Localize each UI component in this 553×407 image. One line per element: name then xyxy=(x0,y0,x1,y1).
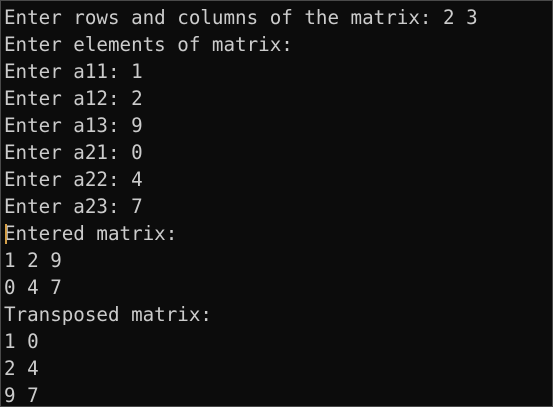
terminal-window[interactable]: Enter rows and columns of the matrix: 2 … xyxy=(0,0,553,407)
entered-matrix-heading: Entered matrix: xyxy=(4,222,178,245)
input-a13: Enter a13: 9 xyxy=(4,114,143,137)
input-a21: Enter a21: 0 xyxy=(4,141,143,164)
transposed-matrix-row: 9 7 xyxy=(4,384,39,407)
text-cursor xyxy=(5,224,7,244)
prompt-elements: Enter elements of matrix: xyxy=(4,33,293,56)
input-a22: Enter a22: 4 xyxy=(4,168,143,191)
transposed-matrix-row: 2 4 xyxy=(4,357,39,380)
prompt-rows-columns: Enter rows and columns of the matrix: 2 … xyxy=(4,6,478,29)
input-a11: Enter a11: 1 xyxy=(4,60,143,83)
transposed-matrix-row: 1 0 xyxy=(4,330,39,353)
input-a12: Enter a12: 2 xyxy=(4,87,143,110)
transposed-matrix-heading: Transposed matrix: xyxy=(4,303,212,326)
terminal-output: Enter rows and columns of the matrix: 2 … xyxy=(4,4,552,407)
entered-matrix-row: 1 2 9 xyxy=(4,249,62,272)
entered-matrix-row: 0 4 7 xyxy=(4,276,62,299)
input-a23: Enter a23: 7 xyxy=(4,195,143,218)
